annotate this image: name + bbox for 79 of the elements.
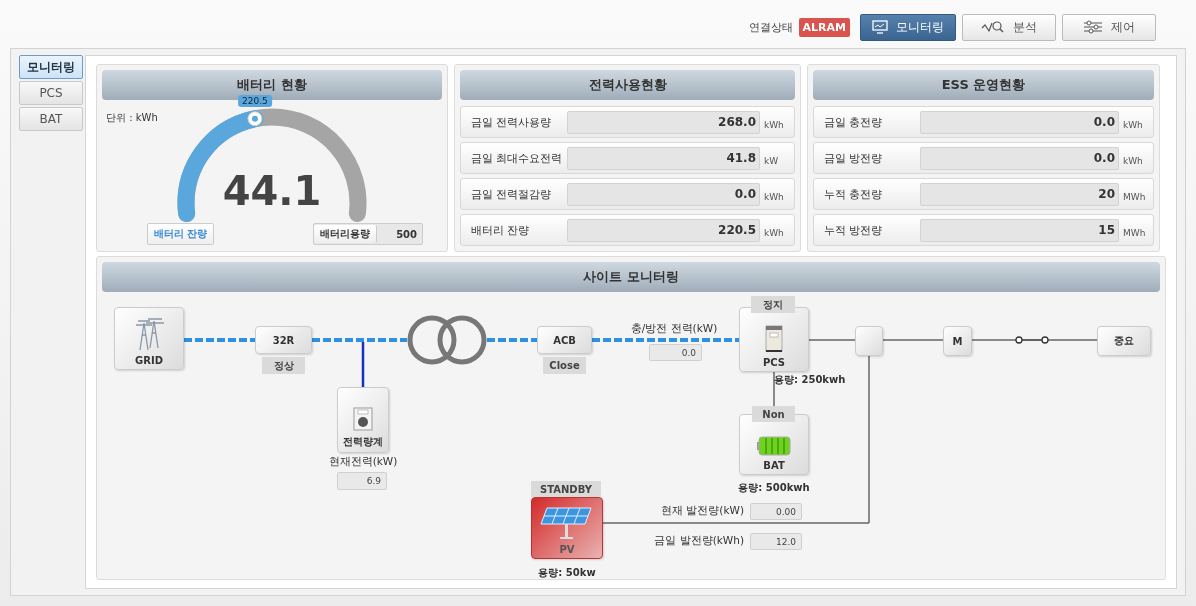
row-label: 배터리 잔량 [471,222,531,238]
power-line [361,342,365,387]
sidebar-item[interactable]: PCS [19,81,83,105]
sidebar-item[interactable]: 모니터링 [19,55,83,79]
status-label: 정지 [751,296,795,313]
panel-header: 사이트 모니터링 [102,262,1160,292]
row-label: 금일 방전량 [824,150,884,166]
value-field: 20 [920,182,1119,206]
nav-tab[interactable]: 분석 [962,13,1056,41]
sidebar-item[interactable]: BAT [19,107,83,131]
diagram-label: 용량: 50kw [537,566,597,580]
cabinet-icon [765,325,783,353]
diagram-label: 용량: 500kwh [737,481,811,495]
battery-icon [757,436,791,456]
unit-label: MWh [1123,191,1147,202]
relay-node[interactable]: 32R [255,326,312,354]
status-label: Close [543,357,586,374]
power-line [1047,339,1098,341]
load-node[interactable]: 중요 [1097,326,1151,356]
value-field: 6.9 [337,472,387,490]
gauge-thumb [247,111,263,127]
row-label: 금일 전력사용량 [471,114,553,130]
power-line [808,339,856,341]
unit-label: kWh [1123,155,1144,166]
unit-label: kWh [764,119,785,130]
row-label: 금일 전력절감량 [471,186,553,202]
status-badge: ALRAM [798,17,850,37]
legend-chip: 배터리 잔량 [147,223,215,245]
monitor-icon [872,20,888,34]
unit-label: 단위 : kWh [106,111,158,125]
row-label: 금일 충전량 [824,114,884,130]
value-field: 0.0 [920,110,1119,134]
sliders-icon [1083,20,1103,34]
unit-label: kW [764,155,780,166]
switch-icon [1015,336,1049,344]
diagram-label: 현재전력(kW) [327,455,399,469]
row-label: 금일 최대수요전력 [471,150,563,166]
unit-label: kWh [764,191,785,202]
value-field: 0.0 [567,182,760,206]
diagram-label: 금일 발전량(kWh) [653,534,744,548]
row-label: 누적 충전량 [824,186,884,202]
solar-panel-icon [539,506,595,540]
value-field: 0.00 [750,503,802,520]
analysis-icon [981,20,1005,34]
unit-label: kWh [764,227,785,238]
panel-header: 전력사용현황 [460,70,795,100]
dashed-power-line [184,338,255,342]
nav-tab[interactable]: 제어 [1062,13,1156,41]
value-field: 0.0 [920,146,1119,170]
status-label: Non [752,406,795,422]
meter-icon [353,407,373,431]
connection-label: 연결상태 [748,19,793,35]
value-field: 15 [920,218,1119,242]
value-field: 41.8 [567,146,760,170]
power-line [971,339,1017,341]
bus-node[interactable] [855,326,883,356]
motor-node[interactable]: M [943,326,972,356]
value-field: 0.0 [649,344,702,361]
capacity-field: 배터리용량 500 [313,223,423,245]
value-field: 268.0 [567,110,760,134]
unit-label: MWh [1123,227,1147,238]
gauge-value: 44.1 [221,168,323,214]
value-field: 12.0 [750,533,802,550]
diagram-label: 현재 발전량(kW) [660,504,744,518]
panel-header: ESS 운영현황 [813,70,1154,100]
power-line [882,339,944,341]
diagram-label: 충/방전 전력(kW) [629,322,719,336]
status-label: STANDBY [531,481,601,497]
grid-node[interactable]: GRID [114,307,184,370]
status-label: 정상 [262,357,305,374]
transformer-icon [407,315,487,365]
diagram-label: 용량: 250kwh [774,373,844,387]
row-label: 누적 방전량 [824,222,884,238]
acb-node[interactable]: ACB [537,326,592,354]
dashed-power-line [487,338,537,342]
nav-tab[interactable]: 모니터링 [860,13,956,41]
unit-label: kWh [1123,119,1144,130]
value-field: 220.5 [567,218,760,242]
meter-node[interactable]: 전력량계 [337,387,389,453]
